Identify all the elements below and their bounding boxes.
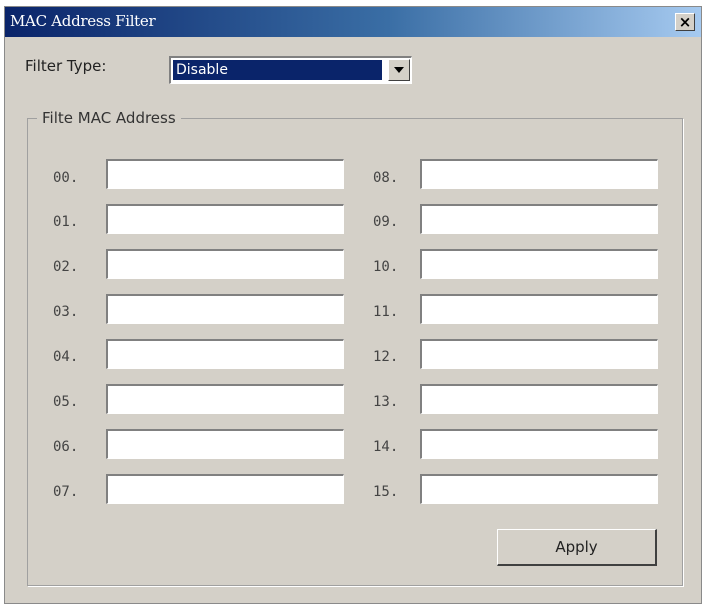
chevron-down-icon: [394, 67, 404, 73]
mac-input-15[interactable]: [420, 474, 658, 504]
mac-input-11[interactable]: [420, 294, 658, 324]
group-legend: Filte MAC Address: [37, 109, 181, 127]
filter-type-label: Filter Type:: [25, 57, 107, 75]
entry-label-12: 12.: [373, 349, 399, 365]
close-icon: ×: [678, 12, 692, 31]
entry-label-14: 14.: [373, 439, 399, 455]
mac-input-10[interactable]: [420, 249, 658, 279]
entry-label-07: 07.: [53, 484, 79, 500]
mac-input-07[interactable]: [106, 474, 344, 504]
mac-input-12[interactable]: [420, 339, 658, 369]
entry-label-02: 02.: [53, 259, 79, 275]
mac-input-08[interactable]: [420, 159, 658, 189]
window-title: MAC Address Filter: [10, 12, 156, 30]
mac-input-06[interactable]: [106, 429, 344, 459]
filter-type-selected-value: Disable: [173, 60, 382, 80]
dropdown-button[interactable]: [388, 59, 410, 81]
entry-label-09: 09.: [373, 214, 399, 230]
mac-input-13[interactable]: [420, 384, 658, 414]
entry-label-15: 15.: [373, 484, 399, 500]
mac-input-02[interactable]: [106, 249, 344, 279]
mac-input-14[interactable]: [420, 429, 658, 459]
entry-label-05: 05.: [53, 394, 79, 410]
entry-label-08: 08.: [373, 170, 399, 186]
mac-input-09[interactable]: [420, 204, 658, 234]
entry-label-03: 03.: [53, 304, 79, 320]
mac-input-04[interactable]: [106, 339, 344, 369]
entry-label-01: 01.: [53, 214, 79, 230]
mac-input-05[interactable]: [106, 384, 344, 414]
mac-input-00[interactable]: [106, 159, 344, 189]
mac-input-01[interactable]: [106, 204, 344, 234]
entry-label-00: 00.: [53, 170, 79, 186]
filter-type-select[interactable]: Disable: [169, 56, 412, 84]
entry-label-13: 13.: [373, 394, 399, 410]
entry-label-10: 10.: [373, 259, 399, 275]
close-button[interactable]: ×: [675, 13, 695, 31]
entry-label-11: 11.: [373, 304, 399, 320]
mac-input-03[interactable]: [106, 294, 344, 324]
title-bar[interactable]: MAC Address Filter ×: [5, 7, 701, 37]
apply-button[interactable]: Apply: [497, 529, 657, 566]
entry-label-04: 04.: [53, 349, 79, 365]
entry-label-06: 06.: [53, 439, 79, 455]
